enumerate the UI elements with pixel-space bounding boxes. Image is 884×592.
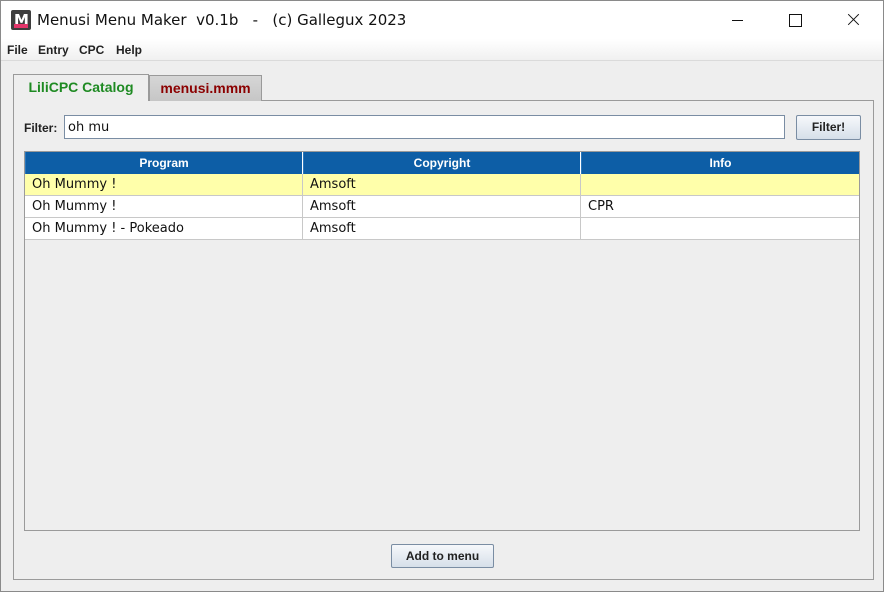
menu-help[interactable]: Help [116,43,142,57]
cell-copyright: Amsoft [303,174,581,196]
menu-entry[interactable]: Entry [38,43,69,57]
catalog-table: Program Copyright Info Oh Mummy ! Amsoft… [24,151,860,531]
table-row[interactable]: Oh Mummy ! Amsoft [25,174,859,196]
table-header: Program Copyright Info [25,152,859,174]
window-title: Menusi Menu Maker v0.1b - (c) Gallegux 2… [37,11,407,29]
cell-info: CPR [581,196,859,218]
cell-info [581,174,859,196]
filter-label: Filter: [24,121,58,135]
cell-program: Oh Mummy ! [25,174,303,196]
tab-lilicpc-catalog[interactable]: LiliCPC Catalog [13,74,149,101]
cell-copyright: Amsoft [303,218,581,240]
menu-cpc[interactable]: CPC [79,43,104,57]
column-header-info[interactable]: Info [581,152,859,174]
close-button[interactable] [824,1,882,39]
menu-file[interactable]: File [7,43,28,57]
table-row[interactable]: Oh Mummy ! - Pokeado Amsoft [25,218,859,240]
cell-program: Oh Mummy ! - Pokeado [25,218,303,240]
column-header-program[interactable]: Program [25,152,303,174]
cell-info [581,218,859,240]
maximize-button[interactable] [766,1,824,39]
table-row[interactable]: Oh Mummy ! Amsoft CPR [25,196,859,218]
tab-menusi-mmm[interactable]: menusi.mmm [149,75,262,101]
filter-button[interactable]: Filter! [796,115,861,140]
app-window: M Menusi Menu Maker v0.1b - (c) Gallegux… [0,0,884,592]
cell-copyright: Amsoft [303,196,581,218]
app-m-icon: M [11,10,31,30]
title-bar[interactable]: M Menusi Menu Maker v0.1b - (c) Gallegux… [1,1,883,39]
add-to-menu-button[interactable]: Add to menu [391,544,494,568]
cell-program: Oh Mummy ! [25,196,303,218]
column-header-copyright[interactable]: Copyright [303,152,581,174]
filter-input[interactable] [64,115,785,139]
minimize-button[interactable] [708,1,766,39]
menu-bar: File Entry CPC Help [1,39,883,61]
